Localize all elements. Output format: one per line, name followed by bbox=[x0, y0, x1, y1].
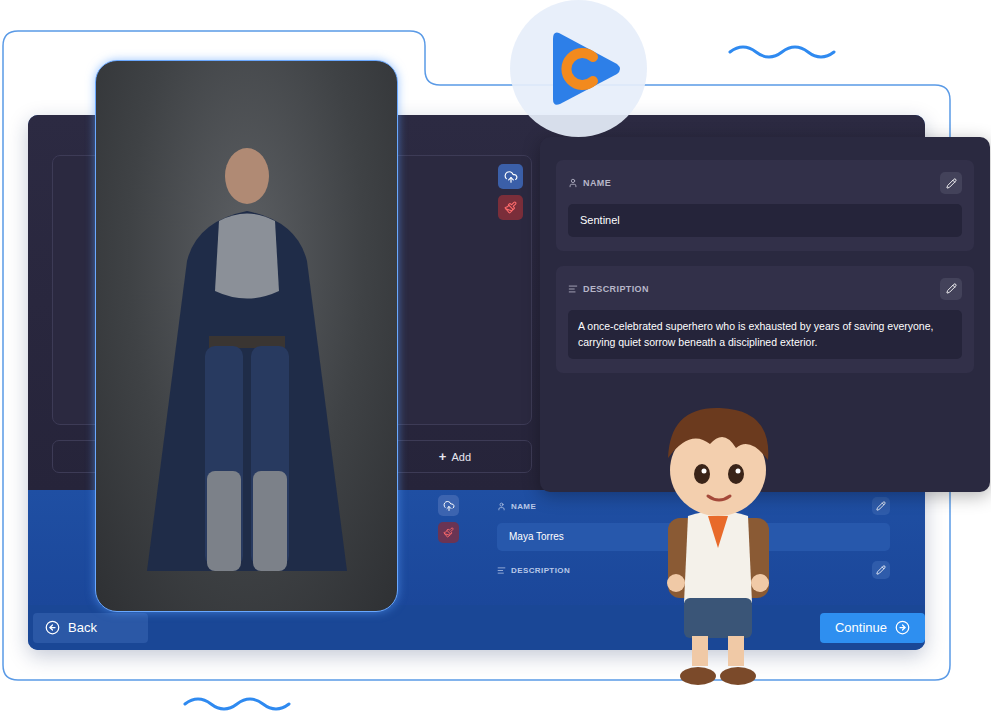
field-label: DESCRIPTION bbox=[568, 284, 649, 294]
edit-button[interactable] bbox=[872, 497, 890, 515]
text-lines-icon bbox=[568, 284, 578, 294]
cloud-upload-icon bbox=[504, 170, 518, 184]
tool-stack bbox=[438, 495, 459, 605]
promo-canvas: +AddNAMEMaya TorresDESCRIPTIONBackContin… bbox=[0, 0, 991, 713]
field-header: DESCRIPTION bbox=[568, 278, 962, 300]
tool-stack bbox=[498, 164, 523, 220]
text-lines-icon bbox=[497, 566, 506, 575]
upload-button[interactable] bbox=[438, 495, 459, 516]
play-logo-icon bbox=[529, 19, 629, 119]
brush-icon bbox=[504, 201, 517, 214]
character-photo bbox=[95, 60, 398, 612]
hero-silhouette-icon bbox=[127, 111, 367, 611]
arrow-left-icon bbox=[45, 620, 60, 635]
edit-button[interactable] bbox=[872, 561, 890, 579]
clear-button[interactable] bbox=[498, 195, 523, 220]
brush-icon bbox=[443, 527, 454, 538]
name-field: NAME Sentinel bbox=[556, 160, 974, 251]
pencil-icon bbox=[946, 178, 957, 189]
upload-button[interactable] bbox=[498, 164, 523, 189]
wave-icon bbox=[183, 694, 293, 713]
back-button[interactable]: Back bbox=[33, 613, 148, 643]
edit-button[interactable] bbox=[940, 172, 962, 194]
clear-button[interactable] bbox=[438, 522, 459, 543]
field-label: DESCRIPTION bbox=[497, 566, 570, 575]
field-header: NAME bbox=[568, 172, 962, 194]
edit-button[interactable] bbox=[940, 278, 962, 300]
arrow-right-icon bbox=[895, 620, 910, 635]
user-icon bbox=[568, 178, 578, 188]
description-input[interactable]: A once-celebrated superhero who is exhau… bbox=[568, 310, 962, 360]
wave-icon bbox=[728, 42, 838, 62]
plus-icon: + bbox=[439, 449, 447, 464]
cartoon-boy bbox=[640, 398, 795, 693]
field-label: NAME bbox=[568, 178, 611, 188]
name-input[interactable]: Sentinel bbox=[568, 204, 962, 237]
logo bbox=[510, 0, 647, 137]
pencil-icon bbox=[946, 283, 957, 294]
cloud-upload-icon bbox=[443, 500, 455, 512]
pencil-icon bbox=[876, 565, 886, 575]
pencil-icon bbox=[876, 501, 886, 511]
description-field: DESCRIPTION A once-celebrated superhero w… bbox=[556, 266, 974, 374]
field-label: NAME bbox=[497, 502, 536, 511]
user-icon bbox=[497, 502, 506, 511]
continue-button[interactable]: Continue bbox=[820, 613, 925, 643]
